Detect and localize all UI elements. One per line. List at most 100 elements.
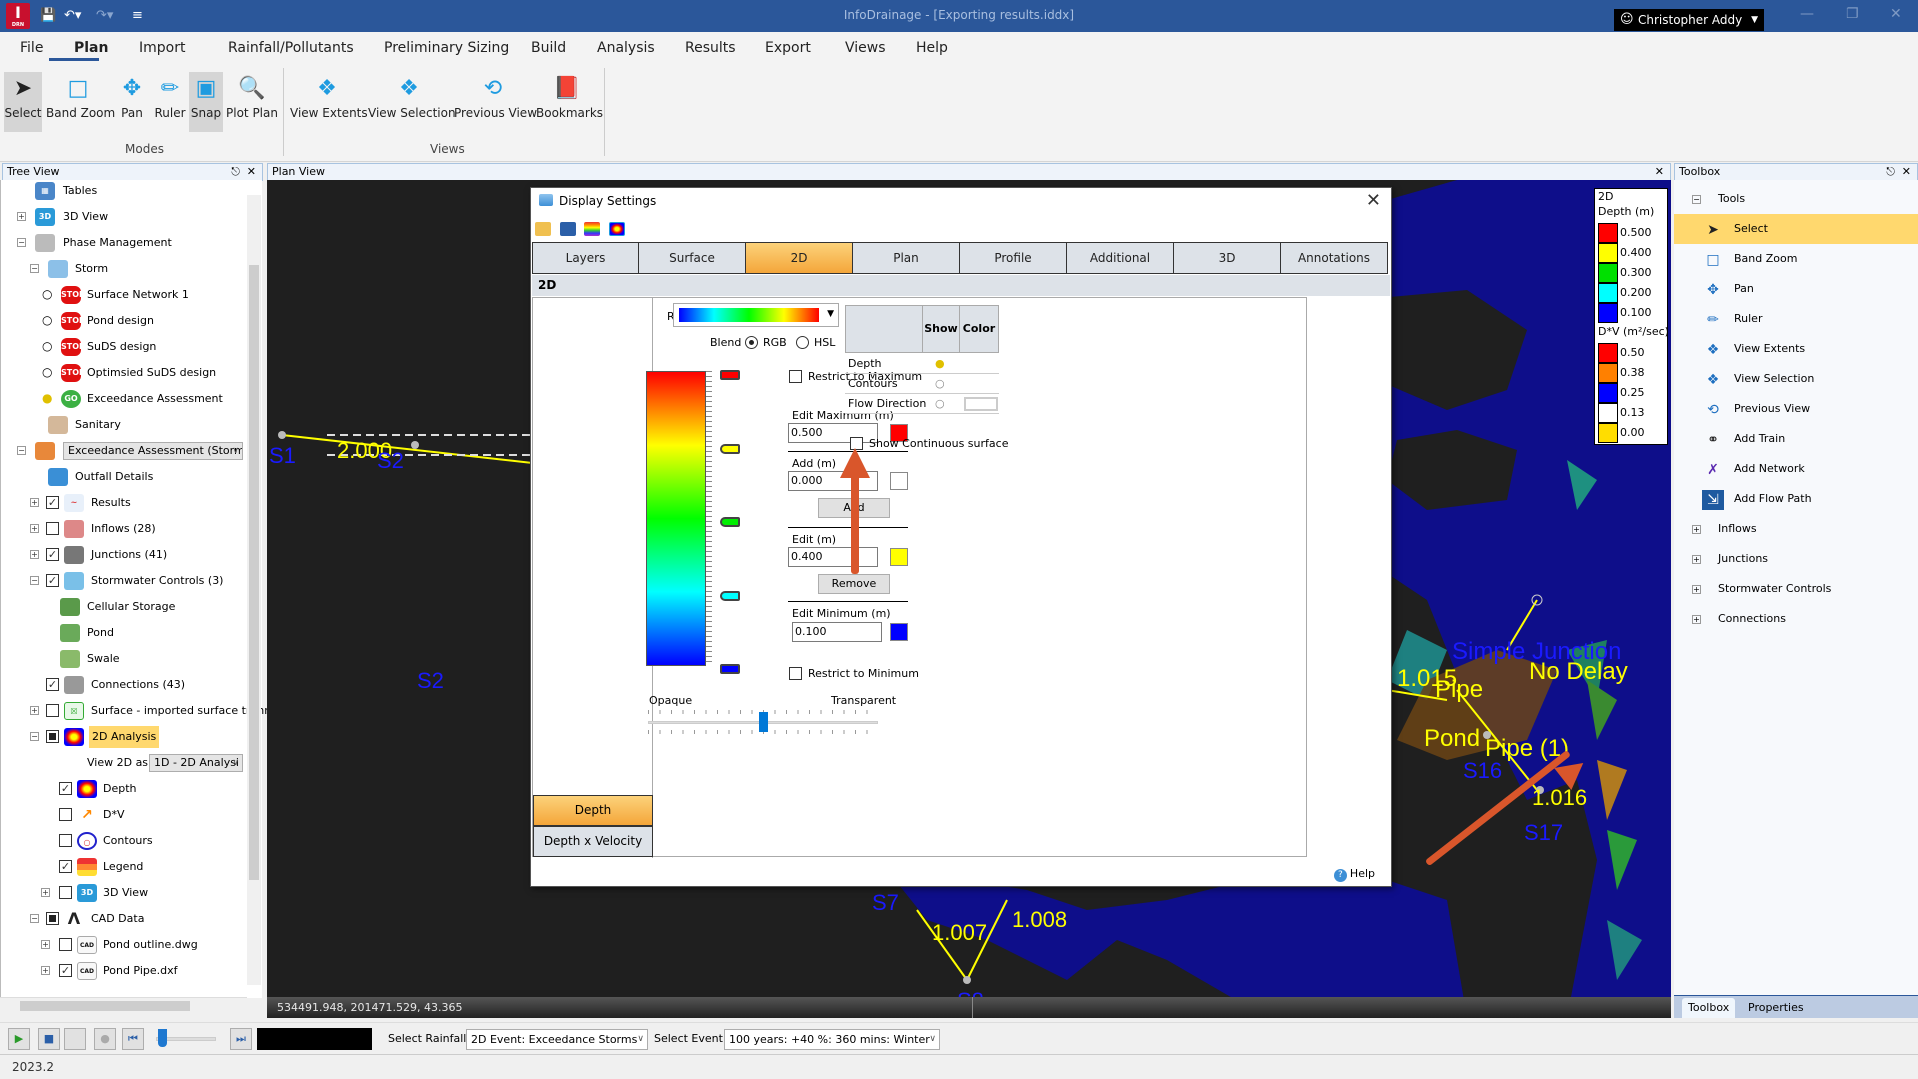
tree-horizontal-scrollbar[interactable] [0, 997, 247, 1013]
tab-properties[interactable]: Properties [1742, 998, 1810, 1018]
pin-icon[interactable]: ⎋ [1886, 164, 1895, 180]
bookmarks-button[interactable]: 📕 Bookmarks [536, 72, 603, 132]
redo-icon[interactable]: ↷▾ [96, 8, 113, 23]
stop-button[interactable]: ■ [38, 1028, 60, 1050]
cad-file-checkbox[interactable]: ✓ [59, 964, 72, 977]
restrict-max-checkbox[interactable] [789, 370, 802, 383]
tool-add-train[interactable]: ⚭ Add Train [1674, 424, 1918, 454]
expand-icon[interactable]: + [41, 888, 50, 897]
tab-3d[interactable]: 3D [1173, 242, 1281, 274]
view-extents-button[interactable]: ❖ View Extents [290, 72, 368, 132]
tab-additional[interactable]: Additional [1066, 242, 1174, 274]
tree-vertical-scrollbar[interactable] [247, 195, 261, 985]
restrict-min-checkbox[interactable] [789, 667, 802, 680]
remove-button[interactable]: Remove [818, 574, 890, 594]
legend-checkbox[interactable]: ✓ [59, 860, 72, 873]
collapse-icon[interactable]: − [30, 914, 39, 923]
toolbox-group-tools[interactable]: − Tools [1674, 184, 1918, 214]
color-stop[interactable] [720, 517, 740, 527]
surface-checkbox[interactable] [46, 704, 59, 717]
tab-profile[interactable]: Profile [959, 242, 1067, 274]
color-stop-min[interactable] [720, 664, 740, 674]
edit-min-input[interactable]: 0.100 [792, 622, 882, 642]
stormwater-controls-checkbox[interactable]: ✓ [46, 574, 59, 587]
rainfall-dropdown[interactable]: 2D Event: Exceedance Storms ∨ [466, 1029, 648, 1050]
scrollbar-thumb[interactable] [20, 1001, 190, 1011]
expand-icon[interactable]: + [1692, 615, 1701, 624]
restore-button[interactable]: ❐ [1846, 6, 1859, 22]
side-tab-depth-velocity[interactable]: Depth x Velocity [533, 826, 653, 857]
junction-node[interactable] [963, 976, 971, 984]
close-window-button[interactable]: ✕ [1890, 6, 1902, 22]
select-button[interactable]: ➤ Select [4, 72, 42, 132]
lightbulb-off-icon[interactable]: ○ [42, 339, 52, 353]
collapse-icon[interactable]: − [17, 238, 26, 247]
table-row[interactable]: Contours ○ [845, 374, 999, 394]
lightbulb-off-icon[interactable]: ○ [935, 374, 945, 394]
menu-analysis[interactable]: Analysis [597, 40, 655, 56]
tool-previous-view[interactable]: ⟲ Previous View [1674, 394, 1918, 424]
edit-max-input[interactable]: 0.500 [788, 423, 878, 443]
side-tab-depth[interactable]: Depth [533, 795, 653, 826]
collapse-icon[interactable]: − [30, 576, 39, 585]
expand-icon[interactable]: + [41, 940, 50, 949]
app-logo[interactable]: I DRN [6, 3, 30, 29]
lightbulb-on-icon[interactable]: ● [935, 354, 945, 374]
cad-file-checkbox[interactable] [59, 938, 72, 951]
playback-slider-thumb[interactable] [158, 1029, 167, 1047]
expand-icon[interactable]: + [30, 498, 39, 507]
open-folder-icon[interactable] [535, 222, 551, 236]
collapse-icon[interactable]: − [17, 446, 26, 455]
plot-plan-button[interactable]: 🔍 Plot Plan [226, 72, 278, 132]
blank-button[interactable] [64, 1028, 86, 1050]
collapse-icon[interactable]: − [1692, 195, 1701, 204]
close-icon[interactable]: ✕ [1655, 164, 1664, 180]
lightbulb-off-icon[interactable]: ○ [42, 287, 52, 301]
flow-direction-color[interactable] [964, 397, 998, 411]
expand-icon[interactable]: + [30, 550, 39, 559]
tab-plan[interactable]: Plan [852, 242, 960, 274]
blend-hsl-radio[interactable] [796, 336, 809, 349]
expand-icon[interactable]: + [17, 212, 26, 221]
junction-node[interactable] [411, 441, 419, 449]
color-ramp-icon[interactable] [584, 222, 600, 236]
tab-layers[interactable]: Layers [532, 242, 639, 274]
save-icon[interactable]: 💾 [40, 8, 56, 23]
pan-button[interactable]: ✥ Pan [114, 72, 150, 132]
expand-icon[interactable]: + [1692, 555, 1701, 564]
dialog-close-button[interactable]: ✕ [1366, 190, 1381, 211]
lightbulb-off-icon[interactable]: ○ [42, 365, 52, 379]
ramp-dropdown[interactable]: ▼ [673, 303, 839, 327]
lightbulb-on-icon[interactable]: ● [42, 391, 52, 405]
collapse-icon[interactable]: − [30, 264, 39, 273]
scrollbar-thumb[interactable] [249, 265, 259, 880]
dv-checkbox[interactable] [59, 808, 72, 821]
table-row[interactable]: Depth ● [845, 354, 999, 374]
close-icon[interactable]: ✕ [247, 164, 256, 180]
add-color[interactable] [890, 472, 908, 490]
tool-view-selection[interactable]: ❖ View Selection [1674, 364, 1918, 394]
expand-icon[interactable]: + [1692, 525, 1701, 534]
edit-input[interactable]: 0.400 [788, 547, 878, 567]
color-stop-max[interactable] [720, 370, 740, 380]
customize-qat-icon[interactable]: ≡ [132, 8, 143, 23]
menu-results[interactable]: Results [685, 40, 736, 56]
phase-dropdown[interactable]: Exceedance Assessment (Storm ∨ [63, 442, 243, 460]
inflows-checkbox[interactable] [46, 522, 59, 535]
record-button[interactable]: ● [94, 1028, 116, 1050]
expand-icon[interactable]: + [30, 524, 39, 533]
pin-icon[interactable]: ⎋ [231, 164, 240, 180]
menu-views[interactable]: Views [845, 40, 886, 56]
close-icon[interactable]: ✕ [1902, 164, 1911, 180]
skip-start-button[interactable]: ⏮ [122, 1028, 144, 1050]
lightbulb-off-icon[interactable]: ○ [42, 313, 52, 327]
edit-min-color[interactable] [890, 623, 908, 641]
edit-color[interactable] [890, 548, 908, 566]
tool-add-flow-path[interactable]: ⇲ Add Flow Path [1674, 484, 1918, 514]
tool-view-extents[interactable]: ❖ View Extents [1674, 334, 1918, 364]
menu-rainfall[interactable]: Rainfall/Pollutants [228, 40, 354, 56]
tool-band-zoom[interactable]: □ Band Zoom [1674, 244, 1918, 274]
skip-end-button[interactable]: ⏭ [230, 1028, 252, 1050]
tab-2d[interactable]: 2D [745, 242, 853, 274]
tool-select[interactable]: ➤ Select [1674, 214, 1918, 244]
